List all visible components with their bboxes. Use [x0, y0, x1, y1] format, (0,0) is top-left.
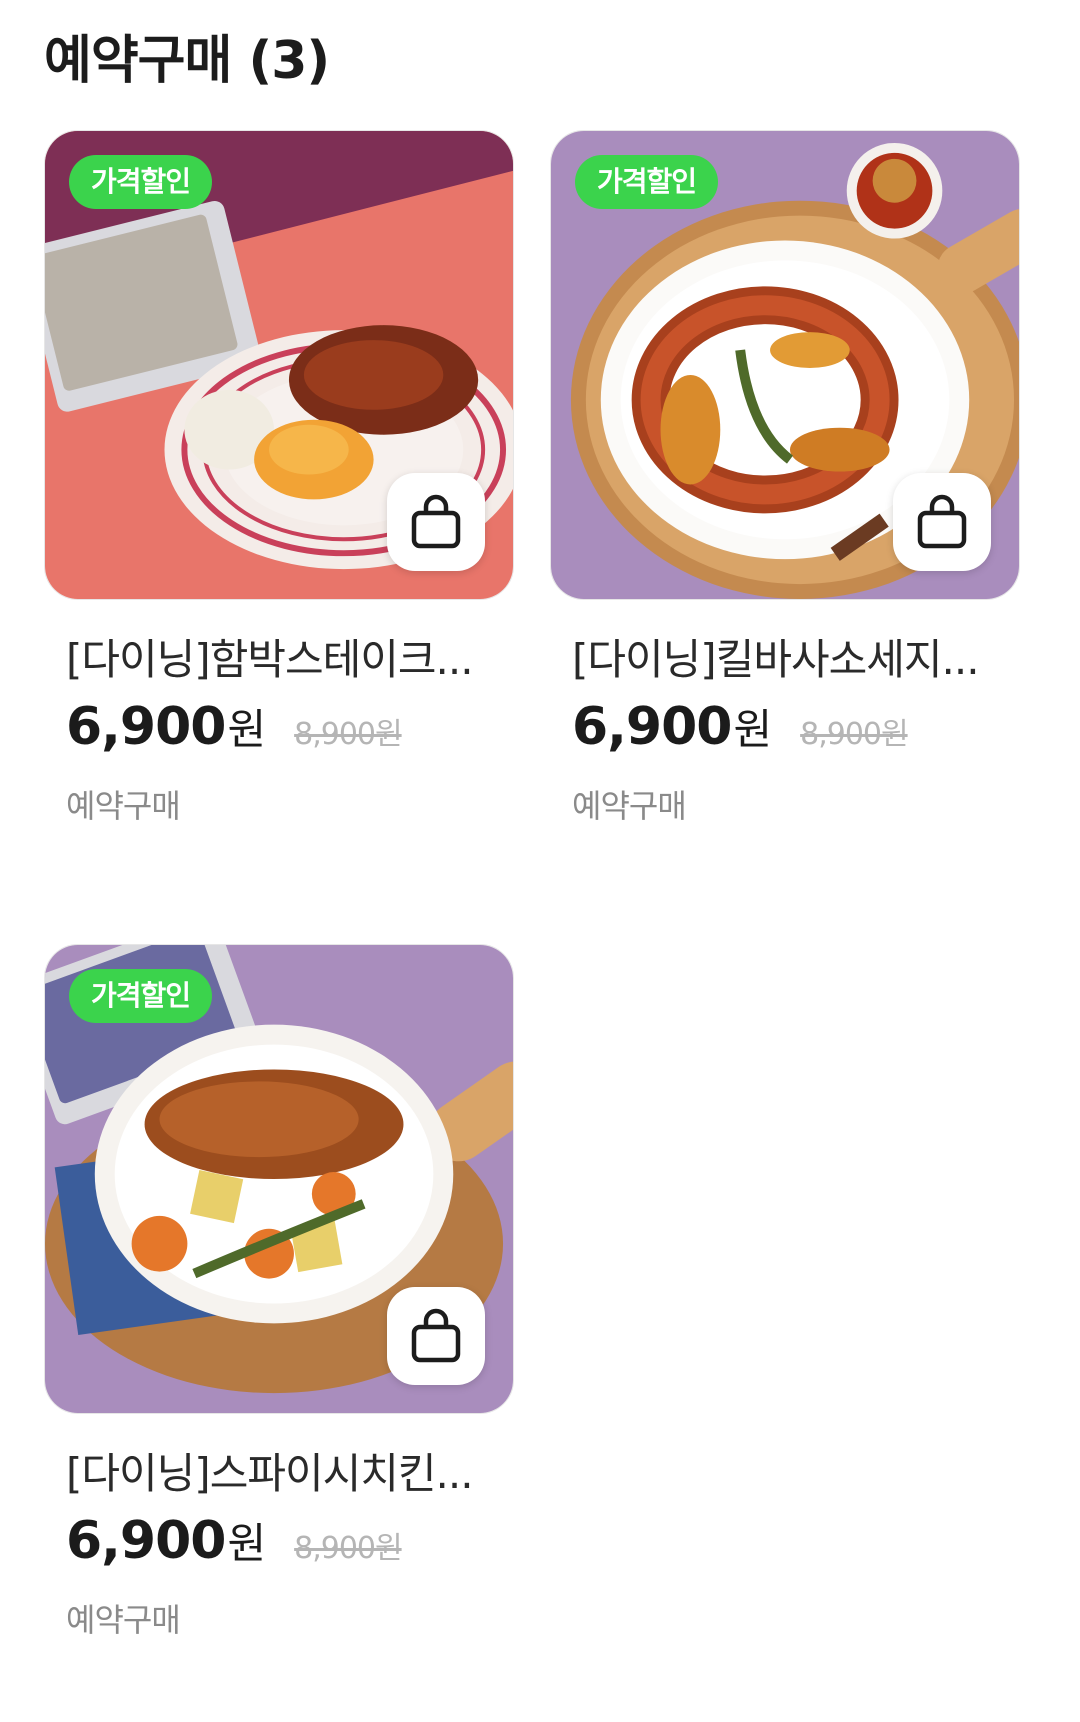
product-card[interactable]: 가격할인 [다이닝]킬바사소세지... 6,900 원 8,900원 예약구매 — [550, 130, 1020, 827]
sale-type-label: 예약구매 — [66, 1601, 181, 1639]
add-to-cart-button[interactable] — [387, 1287, 485, 1385]
add-to-cart-button[interactable] — [893, 473, 991, 571]
discount-badge: 가격할인 — [575, 155, 719, 209]
discount-badge: 가격할인 — [69, 155, 213, 209]
shopping-bag-icon — [917, 494, 967, 549]
sale-price: 6,900 — [572, 697, 732, 757]
currency-label: 원 — [733, 705, 773, 754]
currency-label: 원 — [227, 705, 267, 754]
add-to-cart-button[interactable] — [387, 473, 485, 571]
price-row: 6,900 원 8,900원 — [66, 696, 514, 757]
currency-label: 원 — [227, 1519, 267, 1568]
product-image[interactable]: 가격할인 — [44, 944, 514, 1414]
product-image[interactable]: 가격할인 — [44, 130, 514, 600]
page-title: 예약구매 (3) — [44, 31, 330, 91]
product-name[interactable]: [다이닝]함박스테이크... — [66, 632, 506, 688]
price-row: 6,900 원 8,900원 — [66, 1510, 514, 1571]
product-image[interactable]: 가격할인 — [550, 130, 1020, 600]
shopping-bag-icon — [411, 494, 461, 549]
discount-badge: 가격할인 — [69, 969, 213, 1023]
original-price: 8,900원 — [294, 717, 402, 752]
product-card[interactable]: 가격할인 [다이닝]함박스테이크... 6,900 원 8,900원 예약구매 — [44, 130, 514, 827]
price-row: 6,900 원 8,900원 — [572, 696, 1020, 757]
sale-type-label: 예약구매 — [572, 787, 687, 825]
product-card[interactable]: 가격할인 [다이닝]스파이시치킨... 6,900 원 8,900원 예약구매 — [44, 944, 514, 1641]
sale-type-label: 예약구매 — [66, 787, 181, 825]
sale-price: 6,900 — [66, 1511, 226, 1571]
sale-price: 6,900 — [66, 697, 226, 757]
product-name[interactable]: [다이닝]스파이시치킨... — [66, 1446, 506, 1502]
product-name[interactable]: [다이닝]킬바사소세지... — [572, 632, 1012, 688]
original-price: 8,900원 — [294, 1531, 402, 1566]
original-price: 8,900원 — [800, 717, 908, 752]
shopping-bag-icon — [411, 1308, 461, 1363]
